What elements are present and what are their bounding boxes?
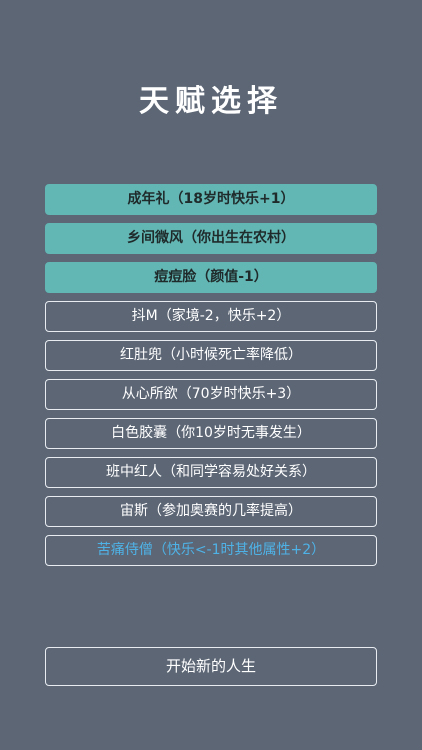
page-title: 天赋选择 bbox=[139, 84, 283, 119]
talent-option-rare[interactable]: 苦痛侍僧（快乐<-1时其他属性+2） bbox=[45, 535, 377, 566]
start-new-life-button[interactable]: 开始新的人生 bbox=[45, 647, 377, 686]
talent-option[interactable]: 乡间微风（你出生在农村） bbox=[45, 223, 377, 254]
talent-option[interactable]: 红肚兜（小时候死亡率降低） bbox=[45, 340, 377, 371]
talent-option[interactable]: 宙斯（参加奥赛的几率提高） bbox=[45, 496, 377, 527]
talent-option[interactable]: 白色胶囊（你10岁时无事发生） bbox=[45, 418, 377, 449]
talent-list: 成年礼（18岁时快乐+1） 乡间微风（你出生在农村） 痘痘脸（颜值-1） 抖M（… bbox=[45, 184, 377, 574]
talent-option[interactable]: 抖M（家境-2，快乐+2） bbox=[45, 301, 377, 332]
talent-option[interactable]: 成年礼（18岁时快乐+1） bbox=[45, 184, 377, 215]
talent-option[interactable]: 班中红人（和同学容易处好关系） bbox=[45, 457, 377, 488]
talent-option[interactable]: 痘痘脸（颜值-1） bbox=[45, 262, 377, 293]
talent-option[interactable]: 从心所欲（70岁时快乐+3） bbox=[45, 379, 377, 410]
